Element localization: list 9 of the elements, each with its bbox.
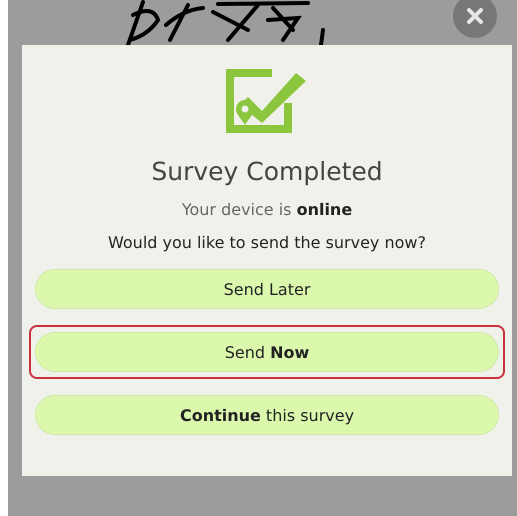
- close-icon: [466, 7, 484, 25]
- question-text: Would you like to send the survey now?: [108, 233, 426, 252]
- dialog-title: Survey Completed: [151, 157, 383, 186]
- status-text: Your device is online: [182, 200, 352, 219]
- action-button[interactable]: Continue this survey: [35, 395, 499, 435]
- close-button[interactable]: [453, 0, 497, 38]
- action-button[interactable]: Send Now: [35, 332, 499, 372]
- map-pin-checkbox-icon: [226, 67, 308, 135]
- action-button[interactable]: Send Later: [35, 269, 499, 309]
